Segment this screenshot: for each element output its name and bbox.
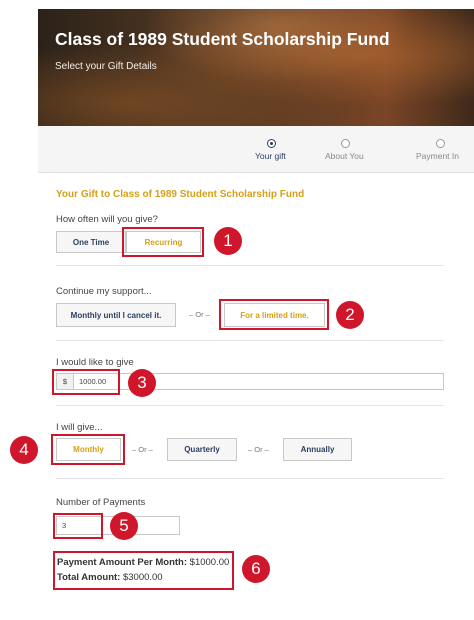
monthly-until-cancel-button[interactable]: Monthly until I cancel it.	[56, 303, 176, 327]
step-label: Your gift	[255, 151, 286, 161]
page-title: Class of 1989 Student Scholarship Fund	[55, 29, 390, 49]
annotation-badge-6: 6	[242, 555, 270, 583]
highlight-box-1	[122, 227, 204, 257]
step-about-you[interactable]: About You	[323, 126, 373, 172]
or-separator: – Or –	[248, 445, 269, 454]
step-dot-icon	[436, 139, 445, 148]
support-label: Continue my support...	[56, 286, 152, 297]
highlight-box-4	[51, 434, 125, 465]
annotation-badge-4: 4	[10, 436, 38, 464]
highlight-box-6	[53, 551, 234, 590]
section-title: Your Gift to Class of 1989 Student Schol…	[56, 189, 305, 200]
hero-banner: Class of 1989 Student Scholarship Fund S…	[38, 9, 474, 126]
progress-steps: Your gift About You Payment In	[38, 126, 474, 173]
highlight-box-3	[52, 369, 120, 395]
step-label: Payment In	[416, 151, 459, 161]
quarterly-button[interactable]: Quarterly	[167, 438, 237, 461]
frequency-label: How often will you give?	[56, 214, 158, 225]
step-active-dot-icon	[267, 139, 276, 148]
divider	[56, 405, 444, 406]
annotation-badge-1: 1	[214, 227, 242, 255]
amount-label: I would like to give	[56, 357, 134, 368]
divider	[56, 478, 444, 479]
step-label: About You	[325, 151, 364, 161]
step-your-gift[interactable]: Your gift	[250, 126, 300, 172]
highlight-box-5	[53, 513, 103, 539]
step-dot-icon	[341, 139, 350, 148]
or-separator: – Or –	[189, 310, 210, 319]
one-time-button[interactable]: One Time	[56, 231, 126, 253]
page-subtitle: Select your Gift Details	[55, 61, 157, 72]
annually-button[interactable]: Annually	[283, 438, 352, 461]
divider	[56, 340, 444, 341]
step-payment[interactable]: Payment In	[416, 126, 474, 172]
highlight-box-2	[219, 299, 329, 330]
divider	[56, 265, 444, 266]
or-separator: – Or –	[132, 445, 153, 454]
payments-label: Number of Payments	[56, 497, 146, 508]
annotation-badge-3: 3	[128, 369, 156, 397]
annotation-badge-2: 2	[336, 301, 364, 329]
annotation-badge-5: 5	[110, 512, 138, 540]
schedule-label: I will give...	[56, 422, 103, 433]
